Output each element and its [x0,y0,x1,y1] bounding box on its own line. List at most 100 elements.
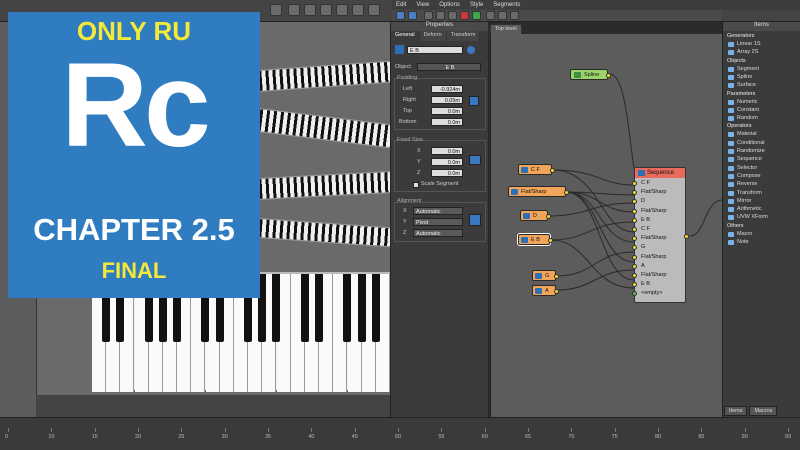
items-entry[interactable]: Compose [728,172,761,179]
timeline-tick-mark [94,428,96,432]
sequence-port-label: Flat/Sharp [641,207,667,214]
sequence-port-label: G [641,244,646,251]
output-port[interactable] [606,73,611,78]
timeline-tick-label: 25 [178,434,185,440]
timeline-tick-mark [51,428,53,432]
sequence-port-label: E B [641,216,650,223]
input-port[interactable] [632,190,637,196]
segment-node-eb[interactable]: E B [518,234,553,245]
items-category[interactable]: Parameters [727,91,755,97]
segment-node-cf[interactable]: C F [518,164,555,175]
output-port[interactable] [554,289,559,294]
input-port[interactable] [632,282,637,288]
item-icon [728,240,734,245]
input-port[interactable] [632,227,637,232]
tab-items[interactable]: Items [724,406,748,416]
items-tabs: Items Macros [724,406,778,416]
output-port[interactable] [554,274,559,279]
items-category[interactable]: Objects [727,58,746,64]
items-entry[interactable]: Arithmetic [728,206,761,213]
segment-icon [521,237,528,243]
items-category[interactable]: Operators [727,123,751,129]
timeline-tick-label: 15 [91,434,98,440]
timeline-tick-label: 65 [525,434,532,440]
items-entry[interactable]: Linear 1S [728,41,761,47]
timeline[interactable]: 0 10 15 20 25 30 35 40 45 50 55 60 65 70 75 80 85 90 93 [0,417,800,450]
items-entry[interactable]: Surface [728,82,756,89]
input-port[interactable] [632,263,637,269]
sequence-port-label: Flat/Sharp [641,189,667,196]
output-port[interactable] [564,190,569,195]
output-port[interactable] [548,238,553,243]
tab-macros[interactable]: Macros [749,406,778,416]
items-entry[interactable]: Macro [728,230,753,237]
item-icon [728,99,734,105]
input-port[interactable] [632,291,637,297]
input-port[interactable] [632,199,637,205]
input-port[interactable] [632,217,637,223]
item-icon [728,107,734,113]
items-entry-label: Macro [737,230,753,237]
items-entry[interactable]: Mirror [728,198,751,204]
items-entry-label: Selector [737,164,758,171]
sequence-node-header[interactable]: Sequence [635,168,685,178]
items-entry[interactable]: Sequence [728,156,762,163]
items-entry[interactable]: Material [728,131,757,138]
segment-icon [535,288,542,294]
item-icon [728,190,734,196]
items-category[interactable]: Generators [727,33,755,39]
node-label: E B [531,237,540,243]
input-port[interactable] [632,273,637,278]
items-entry[interactable]: Array 2S [728,49,759,56]
items-entry[interactable]: Random [728,115,758,122]
sequence-port-label: C F [641,226,650,232]
items-entry[interactable]: Note [728,239,749,245]
output-port[interactable] [684,234,689,239]
item-icon [728,50,734,56]
item-icon [728,215,734,221]
items-entry[interactable]: UVW XForm [728,214,768,221]
timeline-tick-label: 0 [5,434,9,440]
timeline-tick-mark [8,428,9,432]
items-category[interactable]: Others [727,223,744,229]
items-entry[interactable]: Selector [728,164,758,171]
segment-node-flat-sharp[interactable]: Flat/Sharp [508,186,569,197]
segment-node-d[interactable]: D [520,210,551,221]
items-entry-label: Array 2S [737,49,759,56]
input-port[interactable] [632,254,637,260]
item-icon [728,207,734,213]
items-entry[interactable]: Segment [728,66,759,72]
items-entry-label: Compose [737,172,761,179]
item-icon [728,66,734,72]
segment-node-a[interactable]: A [532,285,559,296]
item-icon [728,42,734,47]
node-label: Flat/Sharp [521,189,547,195]
spline-node[interactable]: Spline [570,69,611,80]
output-port[interactable] [550,168,555,173]
items-entry[interactable]: Spline [728,74,752,80]
output-port[interactable] [546,214,551,219]
sequence-port-label: Flat/Sharp [641,253,667,260]
items-entry[interactable]: Numeric [728,99,757,105]
sequence-port-label: C F [641,180,650,186]
items-title: Items [723,22,800,31]
segment-icon [511,189,518,195]
items-entry[interactable]: Transform [728,190,762,196]
input-port[interactable] [632,245,637,251]
input-port[interactable] [632,181,637,186]
items-entry[interactable]: Randomize [728,148,765,154]
item-icon [728,182,734,188]
timeline-tick-mark [614,428,616,432]
segment-node-g[interactable]: G [532,270,559,281]
items-entry-label: Constant [737,106,760,113]
input-port[interactable] [632,236,637,242]
item-icon [728,173,734,179]
item-icon [728,140,734,146]
items-entry[interactable]: Reverse [728,181,757,188]
items-entry[interactable]: Conditional [728,140,765,146]
timeline-tick-label: 35 [265,434,272,440]
timeline-tick-mark [224,428,226,432]
items-entry[interactable]: Constant [728,106,760,113]
input-port[interactable] [632,208,637,214]
sequence-node[interactable]: Sequence C F Flat/Sharp D Flat/Sharp E B C F F… [632,167,689,303]
